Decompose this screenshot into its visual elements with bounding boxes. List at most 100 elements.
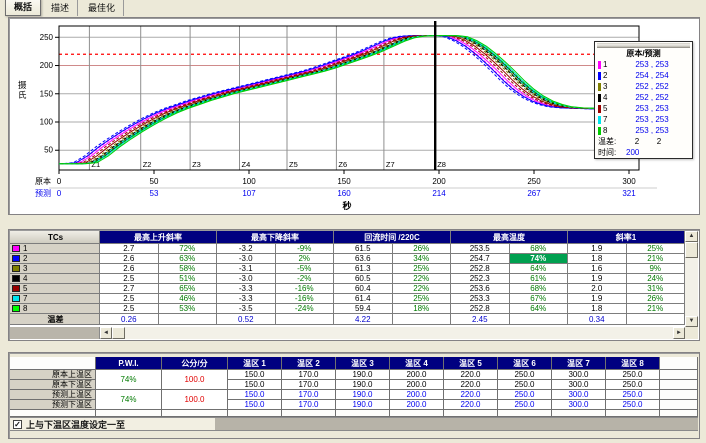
profile-row-tc8: 82.553%-3.5-24%59.418%252.864%1.821% [10, 304, 685, 314]
profile-header-row: TCs最高上升斜率最高下降斜率回流时间 /220C最高温度斜率1 [10, 231, 685, 244]
zone-temp-cell[interactable]: 190.0 [336, 370, 390, 380]
legend-color-chip-tc8 [598, 127, 601, 135]
profile-delta-label: 温差 [10, 314, 100, 324]
zone-temp-cell[interactable]: 200.0 [390, 380, 444, 390]
zone-temp-cell[interactable]: 150.0 [228, 390, 282, 400]
zone-temp-cell[interactable]: 200.0 [390, 400, 444, 410]
profile-value-cell: 63.6 [334, 254, 393, 263]
profile-chart-panel: Z1Z2Z3Z4Z5Z6Z7Z850100150200250摄氏00505310… [8, 17, 700, 215]
zone-temp-cell[interactable]: 220.0 [444, 400, 498, 410]
hscroll-thumb[interactable] [112, 327, 125, 339]
zone-header-2: 温区 2 [282, 357, 336, 370]
profile-value-cell: -3.3 [217, 294, 276, 303]
profile-vscrollbar[interactable]: ▲ ▼ [685, 231, 698, 327]
zone-header-6: 温区 6 [498, 357, 552, 370]
zone-temp-cell[interactable]: 190.0 [336, 390, 390, 400]
zone-temp-cell[interactable]: 190.0 [336, 380, 390, 390]
legend-tc-number: 4 [603, 92, 615, 103]
x-tick-original: 50 [150, 177, 159, 186]
profile-value-cell: 2.5 [100, 304, 159, 313]
legend-time-value: 200 [626, 147, 639, 158]
profile-header-tcs: TCs [10, 231, 100, 243]
zone-temp-cell[interactable]: 150.0 [228, 370, 282, 380]
zone-spacer-cell [390, 410, 444, 417]
zone-temp-cell[interactable]: 190.0 [336, 400, 390, 410]
vscroll-thumb[interactable] [685, 242, 698, 258]
scroll-left-button[interactable]: ◄ [100, 327, 112, 339]
scroll-down-button[interactable]: ▼ [685, 316, 698, 327]
profile-table-panel: TCs最高上升斜率最高下降斜率回流时间 /220C最高温度斜率112.772%-… [8, 229, 700, 341]
scroll-up-button[interactable]: ▲ [685, 231, 698, 242]
tab-bar: 概括 描述 最佳化 [5, 1, 124, 16]
tab-optimize[interactable]: 最佳化 [80, 0, 124, 16]
profile-percent-cell: 25% [627, 244, 686, 253]
zone-temp-cell[interactable]: 300.0 [552, 400, 606, 410]
legend-color-chip-tc1 [598, 61, 601, 69]
tab-summary[interactable]: 概括 [5, 0, 41, 16]
link-zones-checkbox[interactable]: ✓ [13, 420, 22, 429]
y-axis-label: 摄氏 [18, 80, 27, 100]
x-tick-predicted: 160 [337, 189, 351, 198]
fixed-column-gutter [10, 327, 100, 339]
zone-temp-cell[interactable]: 300.0 [552, 380, 606, 390]
zone-temp-cell[interactable]: 300.0 [552, 390, 606, 400]
hscroll-track[interactable] [125, 327, 673, 339]
legend-tc-number: 2 [603, 70, 615, 81]
zone-row-label: 预测上温区 [10, 390, 96, 400]
profile-percent-cell: 34% [393, 254, 452, 263]
zone-spacer-cell [444, 410, 498, 417]
zone-header-trailing [660, 357, 698, 370]
legend-color-chip-tc3 [598, 83, 601, 91]
zone-temp-cell[interactable]: 200.0 [390, 390, 444, 400]
profile-value-cell: 254.7 [451, 254, 510, 263]
vscroll-track[interactable] [685, 258, 698, 316]
profile-row-label: 7 [10, 294, 100, 303]
zone-temp-cell[interactable]: 170.0 [282, 370, 336, 380]
zone-temp-cell[interactable]: 250.0 [606, 380, 660, 390]
tc-color-chip [12, 305, 20, 312]
zone-temp-cell[interactable]: 170.0 [282, 380, 336, 390]
zone-temp-cell[interactable]: 250.0 [606, 390, 660, 400]
zone-temp-cell[interactable]: 250.0 [498, 380, 552, 390]
zone-temp-cell[interactable]: 220.0 [444, 370, 498, 380]
zone-temp-cell[interactable]: 250.0 [498, 370, 552, 380]
zone-trailing-cell [660, 390, 698, 400]
scroll-right-button[interactable]: ► [673, 327, 685, 339]
pwi-predicted-value: 74% [96, 390, 162, 410]
profile-delta-value: 2.45 [451, 314, 510, 324]
zone-spacer-cell [336, 410, 390, 417]
zone-spacer-cell [282, 410, 336, 417]
legend-row: 8253 , 253 [595, 125, 692, 136]
zone-header-pwi: P.W.I. [96, 357, 162, 370]
profile-percent-cell: 22% [393, 274, 452, 283]
profile-value-cell: 59.4 [334, 304, 393, 313]
legend-row: 5253 , 253 [595, 103, 692, 114]
zone-temp-cell[interactable]: 150.0 [228, 400, 282, 410]
x-row-original-label: 原本 [35, 176, 51, 186]
profile-percent-cell: 21% [627, 304, 686, 313]
zone-temp-cell[interactable]: 200.0 [390, 370, 444, 380]
zone-temp-cell[interactable]: 250.0 [498, 400, 552, 410]
profile-percent-cell: 25% [393, 294, 452, 303]
profile-header-col: 斜率1 [568, 231, 685, 243]
zone-temp-cell[interactable]: 250.0 [498, 390, 552, 400]
legend-row: 2254 , 254 [595, 70, 692, 81]
zone-temp-cell[interactable]: 250.0 [606, 400, 660, 410]
tc-color-chip [12, 285, 20, 292]
tab-description[interactable]: 描述 [43, 0, 78, 16]
zone-temp-cell[interactable]: 170.0 [282, 400, 336, 410]
profile-percent-cell: 18% [393, 304, 452, 313]
profile-value-cell: -3.3 [217, 284, 276, 293]
zone-temp-cell[interactable]: 250.0 [606, 370, 660, 380]
zone-temp-cell[interactable]: 220.0 [444, 380, 498, 390]
legend-tc-number: 8 [603, 125, 615, 136]
x-tick-original: 0 [57, 177, 62, 186]
profile-hscrollbar[interactable]: ◄ ► [10, 327, 685, 339]
zone-temp-cell[interactable]: 220.0 [444, 390, 498, 400]
zone-temp-cell[interactable]: 150.0 [228, 380, 282, 390]
zone-temp-cell[interactable]: 300.0 [552, 370, 606, 380]
legend-peak-values: 253 , 253 [615, 59, 689, 70]
zone-temp-cell[interactable]: 170.0 [282, 390, 336, 400]
profile-percent-cell: 68% [510, 244, 569, 253]
legend-peak-values: 252 , 252 [615, 92, 689, 103]
